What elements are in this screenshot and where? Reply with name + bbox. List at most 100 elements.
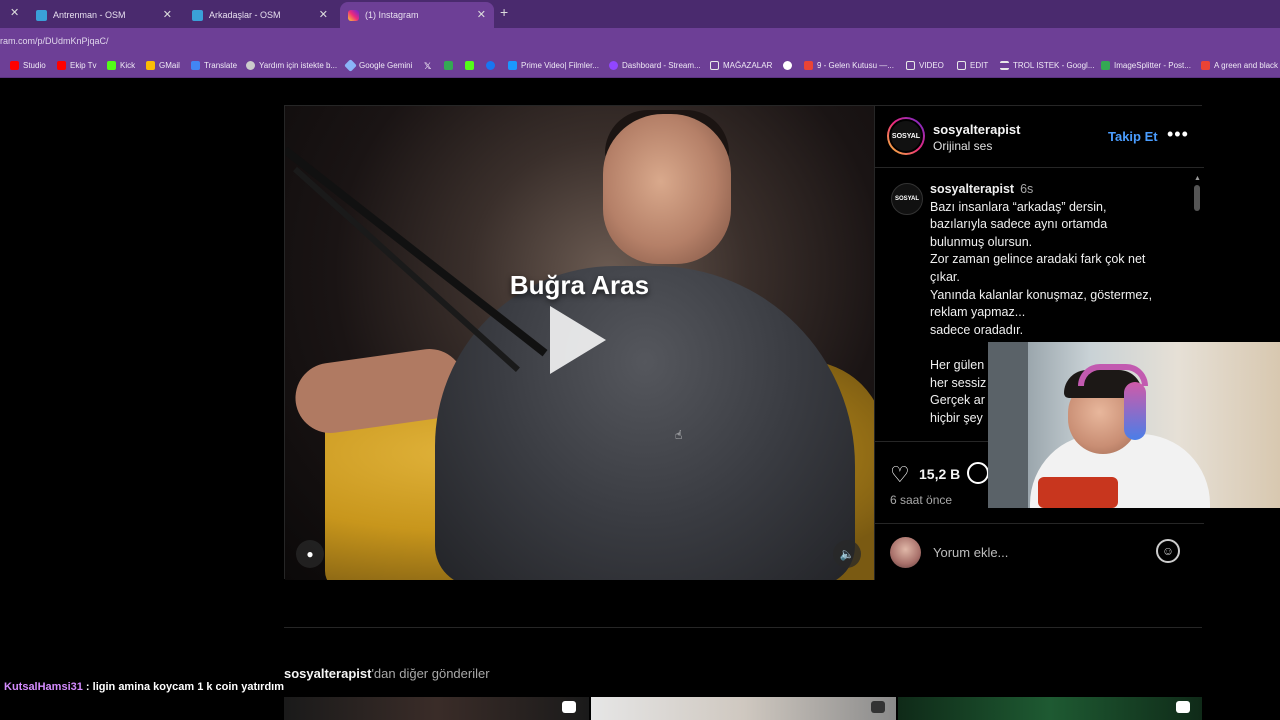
- more-posts-grid: [284, 697, 1202, 720]
- headset-earcup: [1124, 382, 1146, 440]
- caption-line: Bazı insanlara “arkadaş” dersin,: [930, 199, 1107, 214]
- author-username[interactable]: sosyalterapist: [933, 122, 1020, 137]
- current-user-avatar: [890, 537, 921, 568]
- bookmark-drive[interactable]: [444, 61, 457, 70]
- bookmark-video[interactable]: VIDEO: [906, 61, 944, 70]
- scroll-up-icon[interactable]: ▲: [1194, 175, 1201, 182]
- bookmark-dashboard[interactable]: Dashboard - Stream...: [609, 61, 701, 70]
- more-posts-author[interactable]: sosyalterapist: [284, 666, 371, 681]
- bookmark-green-black[interactable]: A green and black: [1201, 61, 1278, 70]
- image-icon: [1101, 61, 1110, 70]
- post-thumbnail[interactable]: [284, 697, 589, 720]
- more-options-icon[interactable]: •••: [1167, 124, 1189, 145]
- translate-icon: [191, 61, 200, 70]
- instagram-page: Buğra Aras ☝ ● 🔈 SOSYAL sosyalterapist O…: [0, 78, 1280, 720]
- folder-icon: [710, 61, 719, 70]
- youtube-icon: [10, 61, 19, 70]
- comment-input[interactable]: [933, 539, 1143, 565]
- webcam-microphone: [1038, 477, 1118, 508]
- bookmark-green[interactable]: [465, 61, 478, 70]
- prime-video-icon: [508, 61, 517, 70]
- post-header: SOSYAL sosyalterapist Orijinal ses Takip…: [875, 106, 1204, 168]
- x-icon: 𝕏: [424, 61, 432, 71]
- tab-title: Antrenman - OSM: [53, 10, 126, 20]
- user-tag-icon[interactable]: ●: [296, 540, 324, 568]
- section-divider: [284, 627, 1202, 628]
- like-count[interactable]: 15,2 B: [919, 466, 960, 482]
- gmail-icon: [146, 61, 155, 70]
- bookmark-edit[interactable]: EDIT: [957, 61, 988, 70]
- bookmark-x[interactable]: 𝕏: [424, 61, 431, 72]
- audio-label[interactable]: Orijinal ses: [933, 139, 992, 153]
- caption-line: bazılarıyla sadece aynı ortamda: [930, 217, 1108, 232]
- tab-title: Arkadaşlar - OSM: [209, 10, 281, 20]
- bookmark-ekip-tv[interactable]: Ekip Tv: [57, 61, 97, 70]
- tab-arkadaslar[interactable]: Arkadaşlar - OSM ✕: [184, 2, 336, 28]
- author-avatar[interactable]: SOSYAL: [887, 117, 925, 155]
- url-text[interactable]: ram.com/p/DUdmKnPjqaC/: [0, 36, 109, 46]
- gmail-icon: [804, 61, 813, 70]
- osm-favicon-icon: [192, 9, 203, 21]
- globe-icon: [783, 61, 792, 70]
- reel-icon: [562, 701, 576, 713]
- reel-video[interactable]: Buğra Aras ☝ ● 🔈: [285, 106, 874, 580]
- bookmark-kick[interactable]: Kick: [107, 61, 135, 70]
- tab-antrenman[interactable]: Antrenman - OSM ✕: [28, 2, 180, 28]
- volume-icon[interactable]: 🔈: [833, 540, 861, 568]
- bookmark-gmail[interactable]: GMail: [146, 61, 180, 70]
- close-tab-icon[interactable]: ✕: [319, 8, 328, 21]
- tab-instagram[interactable]: (1) Instagram ✕: [340, 2, 494, 28]
- webcam-background: [988, 342, 1028, 508]
- close-tab-icon[interactable]: ✕: [163, 8, 172, 21]
- drive-icon: [444, 61, 453, 70]
- post-thumbnail[interactable]: [898, 697, 1202, 720]
- caption-line: Yanında kalanlar konuşmaz, göstermez,: [930, 287, 1153, 302]
- caption-time: 6s: [1020, 182, 1034, 196]
- comment-composer: ☺: [875, 523, 1204, 580]
- emoji-icon[interactable]: ☺: [1156, 539, 1180, 563]
- hand-cursor-icon: ☝: [675, 428, 683, 442]
- bookmarks-bar: Studio Ekip Tv Kick GMail Translate Yard…: [0, 54, 1280, 78]
- bookmark-magazalar[interactable]: MAĞAZALAR: [710, 61, 772, 70]
- bookmark-facebook[interactable]: [486, 61, 499, 70]
- reel-icon: [871, 701, 885, 713]
- address-bar[interactable]: ram.com/p/DUdmKnPjqaC/: [0, 28, 1280, 54]
- caption-line: reklam yapmaz...: [930, 305, 1026, 320]
- bookmark-studio[interactable]: Studio: [10, 61, 46, 70]
- scrollbar-thumb[interactable]: [1194, 185, 1200, 211]
- bookmark-globe[interactable]: [783, 61, 796, 70]
- folder-icon: [906, 61, 915, 70]
- bookmark-gelen-kutusu[interactable]: 9 - Gelen Kutusu —...: [804, 61, 894, 70]
- gemini-icon: [344, 59, 357, 72]
- bookmark-translate[interactable]: Translate: [191, 61, 237, 70]
- caption-line: sadece oradadır.: [930, 322, 1024, 337]
- chat-text: : ligin amina koycam 1 k coin yatırdım: [82, 681, 284, 693]
- stream-chat-message: KutsalHamsi31 : ligin amina koycam 1 k c…: [4, 681, 284, 693]
- caption-line: Zor zaman gelince aradaki fark çok net: [930, 252, 1146, 267]
- close-tab-icon[interactable]: ✕: [10, 6, 19, 19]
- bookmark-gemini[interactable]: Google Gemini: [344, 59, 412, 72]
- like-heart-icon[interactable]: ♡: [890, 462, 910, 488]
- post-thumbnail[interactable]: [591, 697, 896, 720]
- osm-favicon-icon: [36, 9, 47, 21]
- bookmark-yardim[interactable]: Yardım için istekte b...: [246, 61, 337, 70]
- bookmark-icon: [1201, 61, 1210, 70]
- youtube-icon: [57, 61, 66, 70]
- caption-avatar[interactable]: SOSYAL: [891, 183, 923, 215]
- browser-tab-bar: ✕ Antrenman - OSM ✕ Arkadaşlar - OSM ✕ (…: [0, 0, 1280, 28]
- folder-icon: [957, 61, 966, 70]
- follow-button[interactable]: Takip Et: [1108, 129, 1158, 144]
- bookmark-imagesplitter[interactable]: ImageSplitter - Post...: [1101, 61, 1191, 70]
- bookmark-trol-istek[interactable]: TROL ISTEK - Googl...: [1000, 61, 1095, 70]
- caption-username[interactable]: sosyalterapist: [930, 182, 1014, 196]
- streamer-webcam-overlay: [988, 342, 1280, 508]
- play-icon[interactable]: [550, 306, 606, 374]
- list-icon: [1000, 61, 1009, 70]
- comment-icon[interactable]: [967, 462, 989, 484]
- new-tab-icon[interactable]: +: [500, 4, 508, 20]
- instagram-favicon-icon: [348, 9, 359, 21]
- streamlabs-icon: [609, 61, 618, 70]
- more-posts-heading: sosyalterapist'dan diğer gönderiler: [284, 666, 490, 681]
- close-tab-icon[interactable]: ✕: [477, 8, 486, 21]
- bookmark-prime[interactable]: Prime Video| Filmler...: [508, 61, 599, 70]
